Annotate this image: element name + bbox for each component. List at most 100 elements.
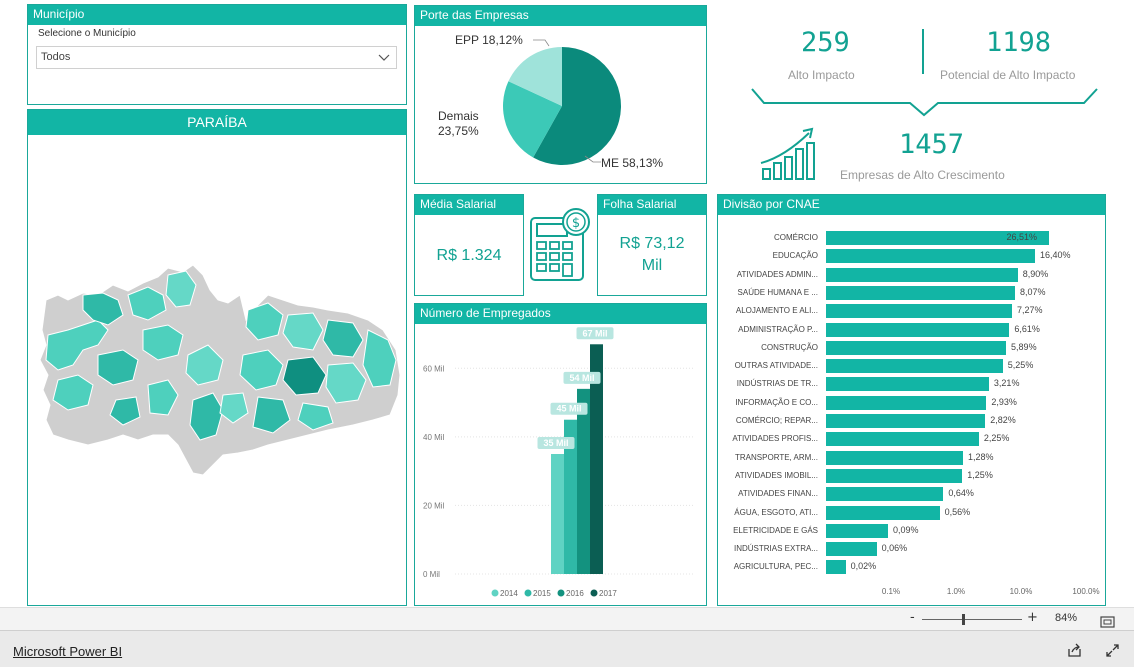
epp-leader-line [533, 39, 550, 47]
cnae-bar[interactable] [826, 395, 987, 410]
emp-legend-label[interactable]: 2016 [566, 589, 584, 598]
municipio-dropdown[interactable]: Todos [36, 46, 397, 69]
cnae-category-label: TRANSPORTE, ARM... [735, 452, 818, 462]
emp-legend-marker [524, 589, 532, 597]
pie-label-demais-name: Demais [438, 109, 479, 123]
cnae-category-label: ELETRICIDADE E GÁS [733, 525, 818, 535]
cnae-xtick-label: 10.0% [1009, 587, 1033, 596]
cnae-row[interactable]: ELETRICIDADE E GÁS 0,09% [718, 523, 1105, 538]
kpi-divider [922, 29, 924, 74]
cnae-row[interactable]: ALOJAMENTO E ALI... 7,27% [718, 304, 1105, 319]
cnae-row[interactable]: EDUCAÇÃO 16,40% [718, 249, 1105, 264]
alto-impacto-value: 259 [801, 27, 850, 58]
cnae-row[interactable]: ADMINISTRAÇÃO P... 6,61% [718, 322, 1105, 337]
cnae-bar[interactable] [826, 304, 1012, 319]
emp-ytick-label: 40 Mil [423, 433, 445, 442]
emp-ytick-label: 0 Mil [423, 570, 440, 579]
cnae-bar[interactable] [826, 450, 963, 465]
svg-text:$: $ [572, 216, 580, 231]
kpi-bracket [751, 88, 1098, 117]
cnae-bar[interactable] [826, 340, 1007, 355]
power-bi-link[interactable]: Microsoft Power BI [13, 644, 122, 659]
porte-panel: Porte das Empresas EPP 18,12% Demais 23,… [414, 5, 707, 184]
growth-chart-icon [760, 127, 815, 180]
cnae-category-label: INDÚSTRIAS EXTRA... [733, 544, 818, 554]
cnae-bar[interactable] [826, 560, 846, 575]
cnae-row[interactable]: CONSTRUÇÃO 5,89% [718, 340, 1105, 355]
cnae-category-label: ATIVIDADES IMOBIL... [735, 470, 818, 480]
paraiba-map[interactable] [28, 135, 406, 605]
cnae-row[interactable]: ATIVIDADES IMOBIL... 1,25% [718, 468, 1105, 483]
emp-legend-label[interactable]: 2015 [533, 589, 551, 598]
zoom-slider[interactable] [922, 614, 1022, 625]
cnae-value-label: 6,61% [1014, 323, 1040, 334]
zoom-slider-thumb[interactable] [962, 614, 965, 625]
cnae-value-label: 16,40% [1039, 250, 1071, 261]
cnae-bar[interactable] [826, 377, 989, 392]
map-title: PARAÍBA [28, 110, 406, 135]
cnae-title: Divisão por CNAE [718, 195, 1105, 215]
emp-ytick-label: 20 Mil [423, 501, 445, 510]
emp-data-label: 35 Mil [543, 438, 568, 448]
cnae-xtick-label: 100.0% [1072, 587, 1100, 596]
cnae-category-label: ADMINISTRAÇÃO P... [738, 324, 818, 334]
cnae-bar[interactable] [826, 432, 979, 447]
pie-label-me: ME 58,13% [601, 156, 664, 170]
cnae-value-label: 26,51% [1006, 232, 1038, 242]
cnae-row[interactable]: OUTRAS ATIVIDADE... 5,25% [718, 359, 1105, 374]
cnae-row[interactable]: ATIVIDADES PROFIS... 2,25% [718, 432, 1105, 447]
cnae-category-label: CONSTRUÇÃO [761, 342, 818, 352]
cnae-row[interactable]: ÁGUA, ESGOTO, ATI... 0,56% [718, 505, 1105, 520]
cnae-row[interactable]: INDÚSTRIAS EXTRA... 0,06% [718, 542, 1105, 557]
zoom-out-button[interactable]: - [910, 610, 915, 625]
cnae-value-label: 2,25% [983, 433, 1010, 444]
cnae-bar[interactable] [826, 359, 1003, 374]
cnae-value-label: 0,56% [944, 506, 971, 517]
cnae-bar[interactable] [826, 523, 889, 538]
zoom-in-button[interactable]: + [1027, 610, 1038, 625]
cnae-bar[interactable] [826, 542, 877, 557]
cnae-row[interactable]: ATIVIDADES FINAN... 0,64% [718, 487, 1105, 502]
pie-label-epp: EPP 18,12% [455, 33, 523, 47]
cnae-bar[interactable] [826, 414, 986, 428]
cnae-value-label: 2,93% [991, 396, 1017, 407]
cnae-bar[interactable] [826, 267, 1018, 282]
kpi-area: 259 Alto Impacto 1198 Potencial de Alto … [714, 5, 1134, 190]
cnae-row[interactable]: COMÉRCIO 26,51% [718, 231, 1105, 245]
emp-bar-2016[interactable] [577, 388, 590, 574]
cnae-bar[interactable] [826, 505, 940, 520]
footer: Microsoft Power BI [0, 630, 1134, 667]
cnae-row[interactable]: INFORMAÇÃO E CO... 2,93% [718, 395, 1105, 410]
cnae-bar[interactable] [826, 487, 944, 502]
cnae-category-label: ÁGUA, ESGOTO, ATI... [734, 507, 818, 517]
crescimento-value: 1457 [899, 129, 965, 160]
emp-legend-marker [491, 589, 499, 597]
cnae-row[interactable]: ATIVIDADES ADMIN... 8,90% [718, 267, 1105, 282]
cnae-bar[interactable] [826, 468, 963, 483]
cnae-row[interactable]: INDÚSTRIAS DE TR... 3,21% [718, 377, 1105, 392]
emp-legend-label[interactable]: 2014 [500, 589, 518, 598]
cnae-row[interactable]: AGRICULTURA, PEC... 0,02% [718, 560, 1105, 575]
emp-legend-label[interactable]: 2017 [599, 589, 617, 598]
cnae-bar-chart[interactable]: COMÉRCIO 26,51% EDUCAÇÃO 16,40% ATIVIDADES A… [718, 231, 1105, 581]
fullscreen-icon[interactable] [1105, 643, 1120, 662]
cnae-row[interactable]: SAÚDE HUMANA E ... 8,07% [718, 285, 1105, 300]
zoom-bar: - + 84% [0, 607, 1134, 630]
cnae-value-label: 3,21% [993, 378, 1020, 389]
cnae-category-label: OUTRAS ATIVIDADE... [734, 361, 818, 371]
municipio-select-label: Selecione o Município [38, 28, 136, 39]
cnae-x-axis: 0.1% 1.0% 10.0% 100.0% [718, 587, 1105, 601]
cnae-category-label: ATIVIDADES FINAN... [738, 489, 818, 499]
cnae-bar[interactable] [826, 322, 1010, 337]
cnae-category-label: EDUCAÇÃO [772, 251, 818, 261]
share-icon[interactable] [1067, 643, 1082, 662]
emp-data-label: 45 Mil [556, 404, 581, 414]
cnae-row[interactable]: COMÉRCIO; REPAR... 2,82% [718, 414, 1105, 428]
emp-bar-2014[interactable] [551, 454, 564, 574]
cnae-value-label: 8,07% [1019, 286, 1046, 297]
crescimento-label: Empresas de Alto Crescimento [840, 168, 1005, 182]
emp-legend-marker [557, 589, 565, 597]
cnae-bar[interactable] [826, 249, 1035, 264]
cnae-row[interactable]: TRANSPORTE, ARM... 1,28% [718, 450, 1105, 465]
cnae-bar[interactable] [826, 285, 1015, 300]
